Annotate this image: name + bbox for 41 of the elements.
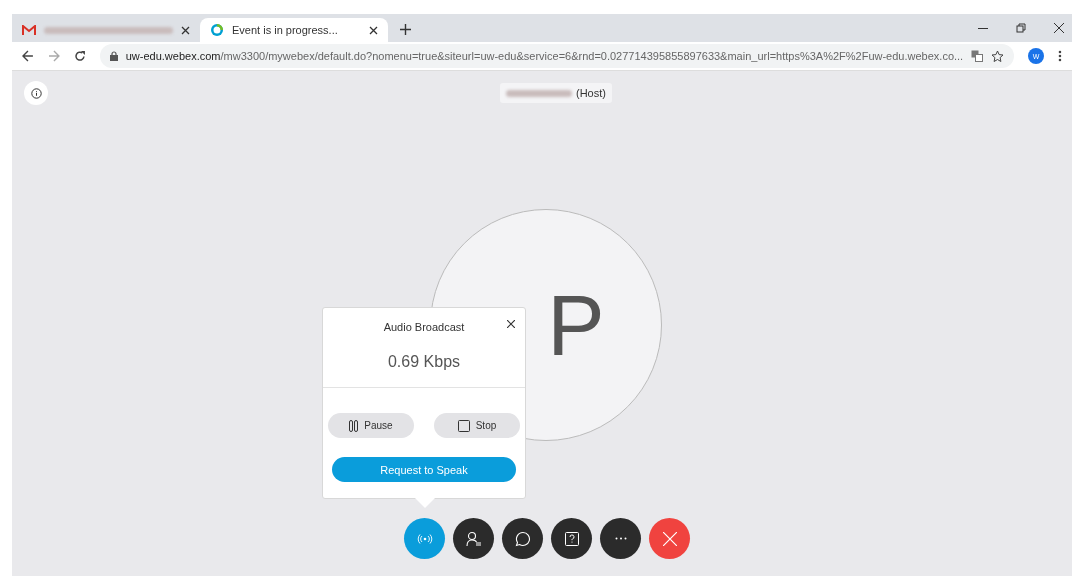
close-icon[interactable]: [181, 25, 190, 35]
avatar-initials: P: [547, 275, 605, 375]
question-icon: [564, 531, 579, 546]
close-icon[interactable]: [369, 25, 378, 35]
info-icon: [30, 87, 42, 99]
stop-icon: [457, 419, 470, 432]
menu-icon[interactable]: [1058, 50, 1062, 62]
blurred-name: [506, 89, 572, 97]
bitrate-value: 0.69 Kbps: [323, 353, 525, 388]
chat-button[interactable]: [502, 518, 543, 559]
pause-icon: [349, 419, 359, 432]
close-icon: [662, 531, 677, 546]
url-text: uw-edu.webex.com/mw3300/mywebex/default.do?nomenu=true&siteurl=uw-edu&service=6&rnd=0.027714395855897633&main_url=https%3A%2F%2Fuw-edu.webex.co...: [125, 50, 964, 62]
close-icon[interactable]: [507, 320, 515, 328]
restore-icon[interactable]: [1016, 23, 1026, 33]
popup-title: Audio Broadcast: [383, 321, 465, 333]
participants-button[interactable]: [453, 518, 494, 559]
tab-title: Event is in progress...: [232, 24, 339, 36]
broadcast-icon: [416, 533, 433, 544]
lock-icon: [109, 51, 118, 61]
qa-button[interactable]: [551, 518, 592, 559]
star-icon[interactable]: [991, 49, 1005, 63]
address-bar[interactable]: uw-edu.webex.com/mw3300/mywebex/default.do?nomenu=true&siteurl=uw-edu&service=6&rnd=0.027714395855897633&main_url=https%3A%2F%2Fuw-edu.webex.co...: [99, 44, 1015, 68]
chat-icon: [514, 530, 531, 547]
leave-button[interactable]: [649, 518, 690, 559]
pause-button[interactable]: Pause: [328, 413, 414, 438]
globe-icon: [210, 23, 224, 37]
more-button[interactable]: [600, 518, 641, 559]
new-tab-icon[interactable]: [400, 24, 411, 35]
back-icon[interactable]: [22, 50, 34, 62]
more-icon: [614, 537, 627, 540]
participants-icon: [465, 530, 482, 547]
host-label: (Host): [576, 87, 606, 99]
stop-button[interactable]: Stop: [434, 413, 520, 438]
audio-button[interactable]: [404, 518, 445, 559]
info-button[interactable]: [24, 81, 48, 105]
browser-tab[interactable]: Event is in progress...: [200, 18, 388, 42]
mail-icon: [22, 24, 36, 36]
translate-icon[interactable]: [971, 50, 984, 62]
reload-icon[interactable]: [73, 50, 86, 62]
close-icon[interactable]: [1054, 23, 1064, 33]
